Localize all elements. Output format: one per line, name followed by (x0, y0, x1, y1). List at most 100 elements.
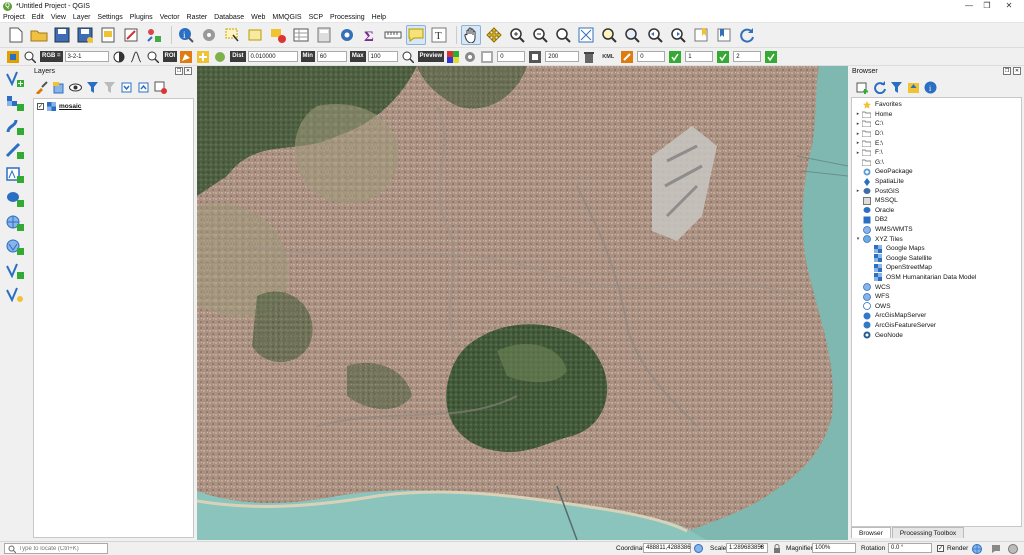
preview-size-button[interactable] (528, 50, 542, 64)
refresh-browser-button[interactable] (872, 80, 886, 94)
browser-item[interactable]: OpenStreetMap (852, 263, 1021, 273)
zoom-preview-button[interactable] (401, 50, 415, 64)
identify-features-button[interactable]: i (176, 25, 196, 45)
collapse-all-button[interactable] (906, 80, 920, 94)
add-spatialite-layer-button[interactable] (3, 164, 27, 186)
browser-item[interactable]: ArcGisMapServer (852, 311, 1021, 321)
magnifier-field[interactable]: 100% (812, 543, 856, 553)
pan-map-button[interactable] (461, 25, 481, 45)
min-field[interactable]: 60 (316, 51, 347, 62)
browser-item[interactable]: WFS (852, 292, 1021, 302)
menu-raster[interactable]: Raster (187, 14, 208, 21)
browser-item[interactable]: OSM Humanitarian Data Model (852, 273, 1021, 283)
browser-item[interactable]: Google Maps (852, 244, 1021, 254)
new-shapefile-layer-button[interactable] (3, 284, 27, 306)
zoom-to-selection-button[interactable] (599, 25, 619, 45)
refresh-button[interactable] (737, 25, 757, 45)
zoom-out-button[interactable] (530, 25, 550, 45)
browser-item[interactable]: Google Satellite (852, 254, 1021, 264)
enable-properties-button[interactable]: i (923, 80, 937, 94)
redo-preview-button[interactable] (463, 50, 477, 64)
browser-item[interactable]: ▾ XYZ Tiles (852, 234, 1021, 244)
menu-help[interactable]: Help (372, 14, 386, 21)
browser-item[interactable]: ▸ F:\ (852, 148, 1021, 158)
transparency-button[interactable] (480, 50, 494, 64)
new-project-button[interactable] (6, 25, 26, 45)
browser-item[interactable]: GeoNode (852, 330, 1021, 340)
edit-value-field-2[interactable]: 1 (685, 51, 714, 62)
edit-raster-apply-button-3[interactable] (764, 50, 778, 64)
rotation-field[interactable]: 0.0 ° (888, 543, 932, 553)
browser-item[interactable]: Oracle (852, 206, 1021, 216)
preview-size-field[interactable]: 200 (545, 51, 580, 62)
browser-item[interactable]: ▸ Home (852, 110, 1021, 120)
locator-input[interactable] (18, 545, 107, 552)
render-checkbox[interactable]: ✓ (937, 545, 944, 552)
open-project-button[interactable] (29, 25, 49, 45)
open-attribute-table-button[interactable] (291, 25, 311, 45)
browser-item[interactable]: OWS (852, 301, 1021, 311)
browser-item[interactable]: MSSQL (852, 196, 1021, 206)
add-group-button[interactable] (51, 80, 65, 94)
select-by-expression-button[interactable] (245, 25, 265, 45)
browser-item[interactable]: ▸ D:\ (852, 129, 1021, 139)
filter-by-expression-button[interactable] (102, 80, 116, 94)
processing-toolbox-button[interactable] (337, 25, 357, 45)
scale-dropdown-icon[interactable]: ▾ (760, 544, 763, 550)
zoom-in-button[interactable] (507, 25, 527, 45)
expand-all-button[interactable] (119, 80, 133, 94)
add-selected-layers-button[interactable] (855, 80, 869, 94)
browser-item[interactable]: WCS (852, 282, 1021, 292)
browser-item[interactable]: SpatiaLite (852, 177, 1021, 187)
open-layer-styling-button[interactable] (34, 80, 48, 94)
coordinate-field[interactable]: 488811,4288386 (643, 543, 691, 553)
crs-status-icon[interactable] (1008, 544, 1018, 554)
edit-raster-apply-button[interactable] (668, 50, 682, 64)
browser-item[interactable]: Favorites (852, 100, 1021, 110)
add-roi-button[interactable] (196, 50, 210, 64)
coordinate-toggle-icon[interactable] (694, 544, 703, 553)
local-contrast-button[interactable] (112, 50, 126, 64)
expand-arrow-icon[interactable]: ▸ (854, 188, 862, 194)
expand-arrow-icon[interactable]: ▸ (854, 131, 862, 137)
max-field[interactable]: 100 (367, 51, 398, 62)
pan-to-selection-button[interactable] (484, 25, 504, 45)
deselect-all-button[interactable] (268, 25, 288, 45)
manage-map-themes-button[interactable] (68, 80, 82, 94)
menu-database[interactable]: Database (214, 14, 244, 21)
menu-layer[interactable]: Layer (73, 14, 91, 21)
region-growing-button[interactable] (213, 50, 227, 64)
dist-field[interactable]: 0.010000 (247, 51, 298, 62)
zoom-to-input-button[interactable] (23, 50, 37, 64)
rgb-composite-field[interactable]: 3-2-1 (64, 51, 109, 62)
add-wfs-layer-button[interactable] (3, 236, 27, 258)
menu-settings[interactable]: Settings (97, 14, 122, 21)
new-print-layout-button[interactable] (98, 25, 118, 45)
menu-scp[interactable]: SCP (309, 14, 323, 21)
classification-preview-button[interactable] (446, 50, 460, 64)
crs-globe-icon[interactable] (972, 544, 982, 554)
statistical-summary-button[interactable]: Σ (360, 25, 380, 45)
menu-processing[interactable]: Processing (330, 14, 365, 21)
browser-item[interactable]: DB2 (852, 215, 1021, 225)
show-layout-manager-button[interactable] (121, 25, 141, 45)
run-feature-action-button[interactable] (199, 25, 219, 45)
remove-layer-button[interactable] (153, 80, 167, 94)
browser-item[interactable]: WMS/WMTS (852, 225, 1021, 235)
locator-bar[interactable] (4, 543, 108, 554)
layer-visibility-checkbox[interactable]: ✓ (37, 102, 44, 110)
menu-plugins[interactable]: Plugins (130, 14, 153, 21)
zoom-to-layer-button[interactable] (622, 25, 642, 45)
field-calculator-button[interactable] (314, 25, 334, 45)
maximize-button[interactable]: ❐ (976, 0, 998, 12)
zoom-full-button[interactable] (576, 25, 596, 45)
undock-panel-icon[interactable]: ❐ (1003, 67, 1011, 75)
menu-project[interactable]: Project (3, 14, 25, 21)
menu-mmqgis[interactable]: MMQGIS (272, 14, 301, 21)
text-annotation-button[interactable]: T (429, 25, 449, 45)
create-roi-button[interactable] (179, 50, 193, 64)
save-as-button[interactable] (75, 25, 95, 45)
expand-arrow-icon[interactable]: ▸ (854, 140, 862, 146)
collapse-all-button[interactable] (136, 80, 150, 94)
browser-item[interactable]: ArcGisFeatureServer (852, 321, 1021, 331)
